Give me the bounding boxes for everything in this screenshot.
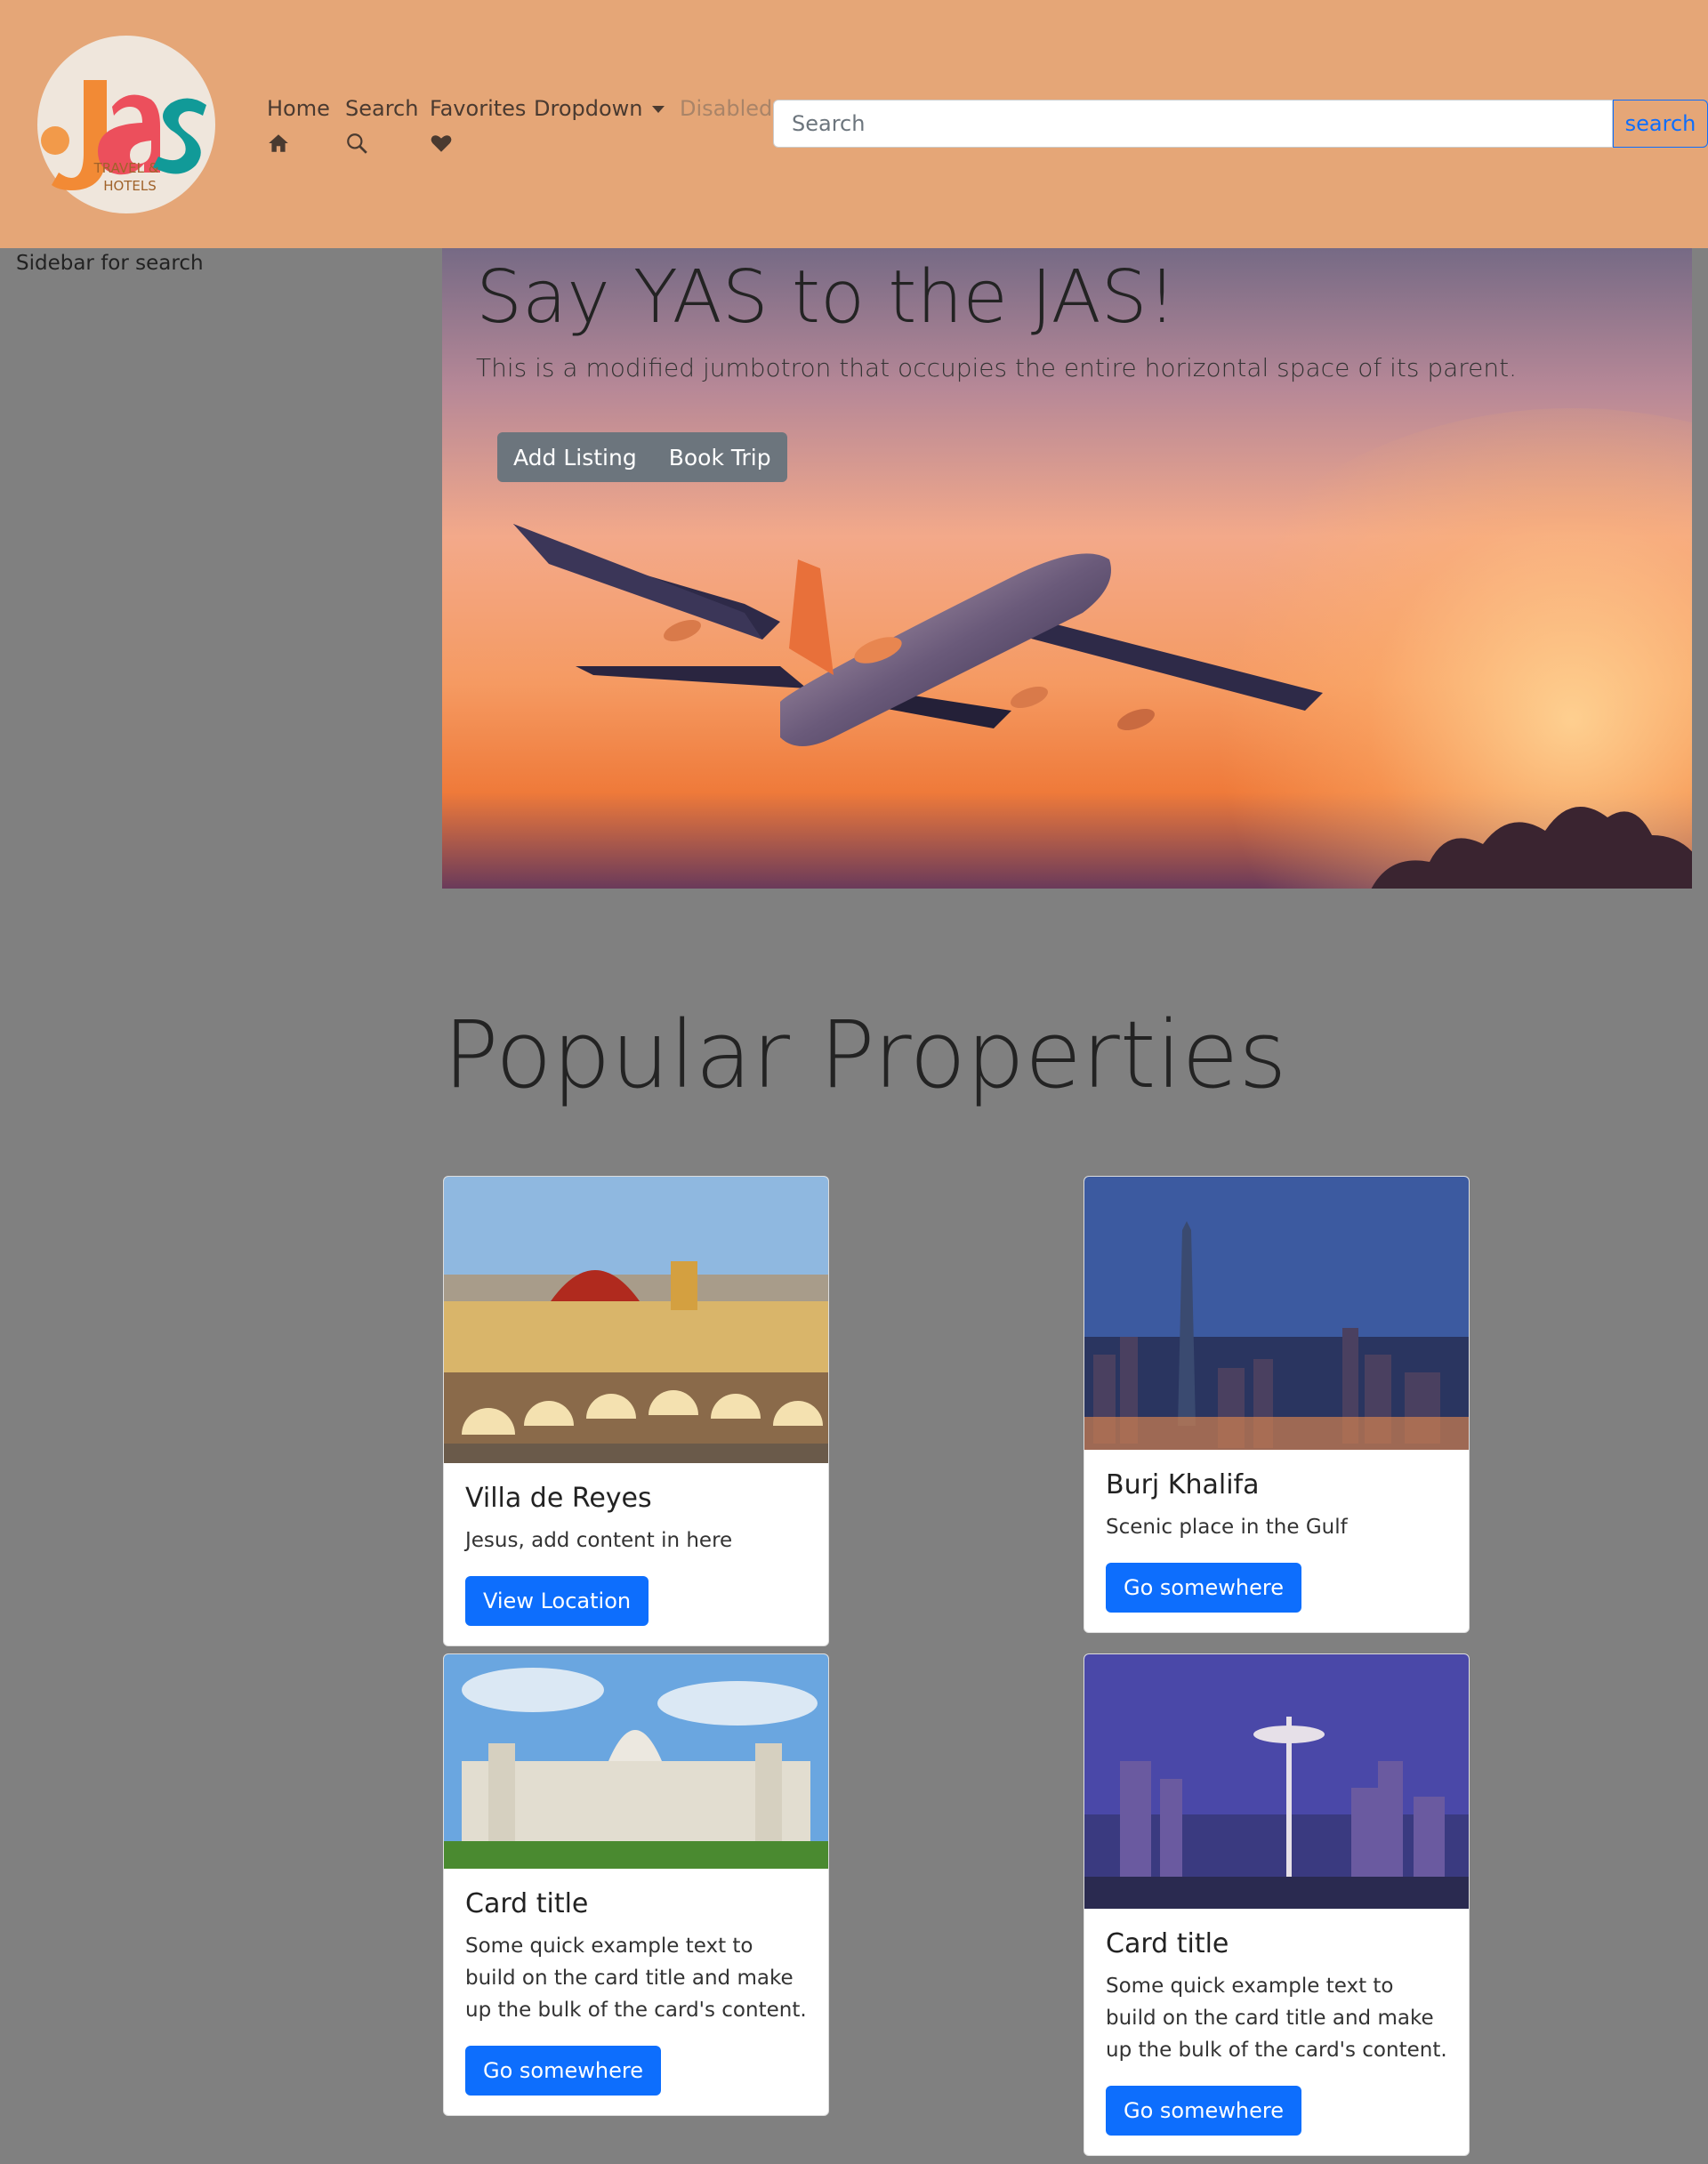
add-listing-button[interactable]: Add Listing: [497, 432, 653, 482]
card-title: Villa de Reyes: [465, 1483, 652, 1514]
navbar: TRAVEL & HOTELS Home Search Favorites Dr…: [0, 0, 1708, 248]
search-input[interactable]: [773, 100, 1613, 148]
logo-graphic: TRAVEL & HOTELS: [41, 80, 206, 194]
nav-home[interactable]: Home: [267, 96, 330, 155]
nav-dropdown[interactable]: Dropdown: [534, 96, 665, 121]
heart-icon: [431, 135, 452, 152]
property-card: Burj Khalifa Scenic place in the Gulf Go…: [1084, 1176, 1470, 1633]
nav-dropdown-label: Dropdown: [534, 96, 643, 121]
caret-down-icon: [651, 106, 665, 113]
view-location-button[interactable]: View Location: [465, 1576, 649, 1626]
property-card: Card title Some quick example text to bu…: [1084, 1653, 1470, 2156]
sidebar-text: Sidebar for search: [16, 252, 204, 275]
brand-logo[interactable]: TRAVEL & HOTELS: [37, 36, 215, 213]
search-icon: [347, 133, 367, 154]
nav-disabled-label: Disabled: [680, 96, 773, 121]
card-text: Some quick example text to build on the …: [1106, 1975, 1447, 2062]
nav-home-label: Home: [267, 96, 330, 121]
nav-disabled: Disabled: [680, 96, 772, 121]
svg-text:HOTELS: HOTELS: [103, 178, 157, 194]
card-title: Card title: [465, 1888, 589, 1919]
card-title: Card title: [1106, 1928, 1229, 1959]
hero-jumbotron: Say YAS to the JAS! This is a modified j…: [442, 248, 1692, 889]
section-title: Popular Properties: [443, 1001, 1287, 1109]
card-text: Scenic place in the Gulf: [1106, 1516, 1348, 1539]
card-image: [1084, 1177, 1469, 1450]
hero-title: Say YAS to the JAS!: [476, 255, 1177, 340]
card-text: Jesus, add content in here: [465, 1529, 733, 1552]
card-text: Some quick example text to build on the …: [465, 1935, 807, 2022]
home-icon: [269, 134, 288, 152]
nav-search[interactable]: Search: [345, 96, 418, 155]
nav-favorites[interactable]: Favorites: [430, 96, 526, 155]
book-trip-button[interactable]: Book Trip: [653, 432, 787, 482]
hero-button-group: Add Listing Book Trip: [497, 432, 787, 482]
nav-favorites-label: Favorites: [430, 96, 527, 121]
nav-search-label: Search: [345, 96, 419, 121]
card-title: Burj Khalifa: [1106, 1469, 1260, 1500]
card-image: [444, 1654, 828, 1869]
clouds-silhouette: [1371, 807, 1692, 889]
hero-subtitle: This is a modified jumbotron that occupi…: [476, 353, 1518, 382]
property-card: Villa de Reyes Jesus, add content in her…: [443, 1176, 829, 1646]
go-somewhere-button[interactable]: Go somewhere: [1106, 1563, 1301, 1613]
property-card: Card title Some quick example text to bu…: [443, 1653, 829, 2116]
card-image: [1084, 1654, 1469, 1909]
svg-text:TRAVEL &: TRAVEL &: [93, 160, 159, 176]
go-somewhere-button[interactable]: Go somewhere: [1106, 2086, 1301, 2136]
airplane-image: [513, 524, 1323, 746]
card-image: [444, 1177, 828, 1463]
go-somewhere-button[interactable]: Go somewhere: [465, 2046, 661, 2096]
search-button[interactable]: search: [1613, 100, 1708, 148]
